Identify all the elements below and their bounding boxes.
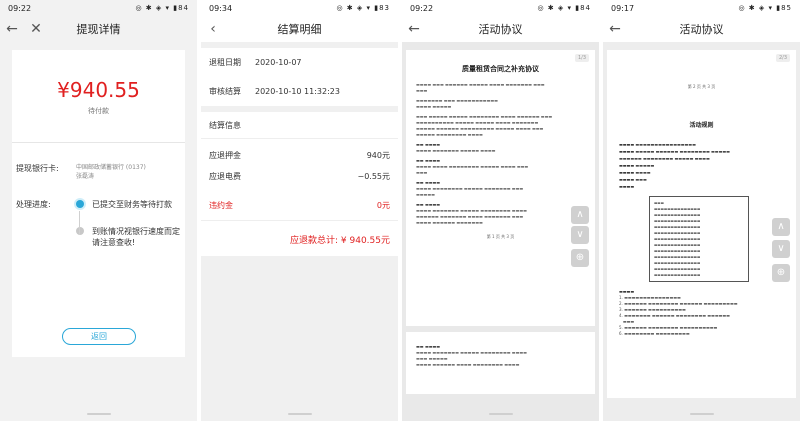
status-bar: 09:17 ◎ ✱ ◈ ▾ ▮85 — [603, 0, 800, 16]
status-time: 09:17 — [611, 3, 635, 13]
pdf-page-next[interactable]: ▬▬ ▬▬▬▬ ▬▬▬▬ ▬▬▬▬▬▬▬ ▬▬▬▬▬ ▬▬▬▬▬▬▬▬ ▬▬▬▬… — [406, 332, 595, 394]
line-label: 应退押金 — [209, 151, 241, 160]
step-active-dot — [76, 200, 84, 208]
rule-table: ▬▬▬ ▬▬▬▬▬▬▬▬▬▬▬▬▬▬ ▬▬▬▬▬▬▬▬▬▬▬▬▬▬ ▬▬▬▬▬▬… — [649, 196, 749, 282]
back-arrow-icon[interactable]: ← — [603, 21, 627, 37]
page-badge: 2/3 — [775, 54, 790, 62]
step-2-line-1: 到账情况视银行速度而定 — [92, 227, 180, 236]
bank-name: 中国邮政储蓄银行 (0137) — [76, 164, 146, 171]
withdraw-amount: ¥940.55 — [57, 78, 140, 102]
agreement-screen-2: 09:17 ◎ ✱ ◈ ▾ ▮85 ← 活动协议 2/3 第 2 页 共 3 页… — [603, 0, 800, 421]
line-value: 940元 — [366, 151, 390, 160]
battery-level: 83 — [379, 4, 390, 12]
bank-label: 提现银行卡: — [16, 164, 59, 173]
info-value: 2020-10-07 — [255, 58, 302, 67]
section-title: 结算信息 — [201, 112, 398, 139]
home-indicator — [86, 413, 111, 415]
bank-holder: 张磊涛 — [76, 173, 95, 180]
home-indicator — [689, 413, 714, 415]
status-bar: 09:22 ◎ ✱ ◈ ▾ ▮84 — [0, 0, 197, 16]
step-2-line-2: 请注意查收! — [92, 238, 136, 247]
status-time: 09:34 — [209, 3, 233, 13]
step-inactive-dot — [76, 227, 84, 235]
status-icons: ◎ ✱ ◈ ▾ ▮84 — [537, 4, 591, 12]
withdraw-detail-screen: 09:22 ◎ ✱ ◈ ▾ ▮84 ← ✕ 提现详情 ¥940.55 待付款 提… — [0, 0, 197, 421]
nav-bar: ← ✕ 提现详情 — [0, 16, 197, 42]
page-badge: 1/3 — [574, 54, 589, 62]
home-indicator — [488, 413, 513, 415]
status-icons: ◎ ✱ ◈ ▾ ▮83 — [336, 4, 390, 12]
status-bar: 09:22 ◎ ✱ ◈ ▾ ▮84 — [402, 0, 599, 16]
settlement-section: 结算信息 应退押金 940元 应退电费 −0.55元 违约金 0元 应退款总计:… — [201, 112, 398, 256]
line-value: 0元 — [376, 201, 390, 210]
home-indicator — [287, 413, 312, 415]
progress-label: 处理进度: — [16, 200, 51, 209]
nav-bar: ← 活动协议 — [603, 16, 800, 42]
detail-panel: 提现银行卡: 中国邮政储蓄银行 (0137) 张磊涛 处理进度: 已提交至财务等… — [12, 143, 185, 357]
nav-bar: ← 活动协议 — [402, 16, 599, 42]
battery-level: 85 — [781, 4, 792, 12]
pdf-page[interactable]: 2/3 第 2 页 共 3 页 活动规则 ▬▬▬▬ ▬▬▬▬▬▬▬▬▬▬▬▬▬▬… — [607, 50, 796, 398]
back-arrow-icon[interactable]: ← — [402, 21, 426, 37]
status-time: 09:22 — [410, 3, 434, 13]
nav-bar: ‹ 结算明细 — [201, 16, 398, 42]
page-number: 第 2 页 共 3 页 — [687, 84, 716, 89]
deposit-line: 应退押金 940元 — [201, 145, 398, 166]
progress-step-1: 已提交至财务等待打款 — [76, 199, 180, 210]
info-value: 2020-10-10 11:32:23 — [255, 87, 340, 96]
status-icons: ◎ ✱ ◈ ▾ ▮85 — [738, 4, 792, 12]
step-1-text: 已提交至财务等待打款 — [92, 200, 172, 209]
document-title: 质量租赁合同之补充协议 — [462, 65, 539, 73]
progress-line — [79, 211, 80, 235]
line-value: −0.55元 — [357, 172, 390, 181]
progress-row: 处理进度: 已提交至财务等待打款 到账情况视银行速度而定 请注意查收! — [12, 181, 185, 264]
zoom-icon[interactable]: ⊕ — [772, 264, 790, 282]
progress-step-2: 到账情况视银行速度而定 请注意查收! — [76, 226, 180, 248]
page-up-icon[interactable]: ∧ — [772, 218, 790, 236]
page-number: 第 1 页 共 3 页 — [486, 234, 515, 239]
battery-level: 84 — [178, 4, 189, 12]
page-title: 活动协议 — [478, 23, 523, 36]
pdf-page[interactable]: 1/3 质量租赁合同之补充协议 ▬▬▬▬ ▬▬▬ ▬▬▬▬▬▬ ▬▬▬▬▬ ▬▬… — [406, 50, 595, 326]
close-icon[interactable]: ✕ — [24, 21, 48, 37]
line-label: 违约金 — [209, 201, 233, 210]
page-down-icon[interactable]: ∨ — [571, 226, 589, 244]
battery-level: 84 — [580, 4, 591, 12]
penalty-line: 违约金 0元 — [201, 195, 398, 216]
page-down-icon[interactable]: ∨ — [772, 240, 790, 258]
page-title: 结算明细 — [277, 23, 322, 36]
bank-value: 中国邮政储蓄银行 (0137) 张磊涛 — [76, 163, 146, 181]
info-row: 退租日期 2020-10-07 — [201, 48, 398, 77]
page-title: 活动协议 — [679, 23, 724, 36]
payment-status: 待付款 — [88, 107, 109, 115]
bank-row: 提现银行卡: 中国邮政储蓄银行 (0137) 张磊涛 — [12, 143, 185, 181]
step-2-text: 到账情况视银行速度而定 请注意查收! — [92, 226, 180, 248]
back-chevron-icon[interactable]: ‹ — [201, 21, 225, 37]
back-arrow-icon[interactable]: ← — [0, 21, 24, 37]
return-button[interactable]: 返回 — [62, 328, 136, 345]
status-bar: 09:34 ◎ ✱ ◈ ▾ ▮83 — [201, 0, 398, 16]
rule-title: 活动规则 — [689, 122, 714, 129]
status-icons: ◎ ✱ ◈ ▾ ▮84 — [135, 4, 189, 12]
page-up-icon[interactable]: ∧ — [571, 206, 589, 224]
refund-total: 应退款总计: ¥ 940.55元 — [201, 220, 398, 256]
agreement-screen-1: 09:22 ◎ ✱ ◈ ▾ ▮84 ← 活动协议 1/3 质量租赁合同之补充协议… — [402, 0, 599, 421]
progress-steps: 已提交至财务等待打款 到账情况视银行速度而定 请注意查收! — [76, 199, 180, 264]
info-row: 审核结算 2020-10-10 11:32:23 — [201, 77, 398, 106]
status-time: 09:22 — [8, 3, 32, 13]
settlement-screen: 09:34 ◎ ✱ ◈ ▾ ▮83 ‹ 结算明细 退租日期 2020-10-07… — [201, 0, 398, 421]
amount-card: ¥940.55 待付款 — [12, 50, 185, 142]
zoom-icon[interactable]: ⊕ — [571, 249, 589, 267]
info-label: 退租日期 — [209, 58, 241, 67]
date-section: 退租日期 2020-10-07 审核结算 2020-10-10 11:32:23 — [201, 48, 398, 106]
line-label: 应退电费 — [209, 172, 241, 181]
info-label: 审核结算 — [209, 87, 241, 96]
electric-line: 应退电费 −0.55元 — [201, 166, 398, 187]
